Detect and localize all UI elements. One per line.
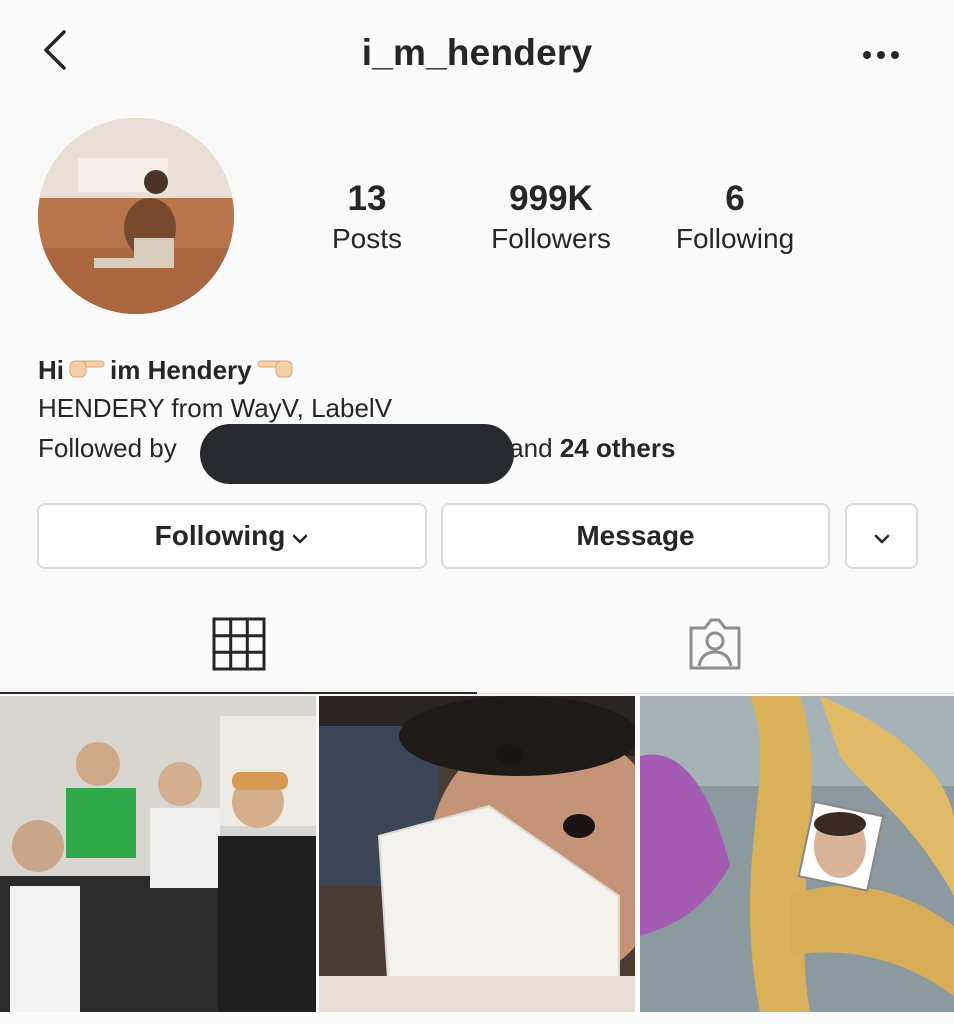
- tab-tagged[interactable]: [477, 600, 954, 694]
- following-button-label: Following: [154, 520, 286, 551]
- grid-icon: [212, 617, 266, 671]
- pointing-right-hand-icon: [68, 352, 106, 388]
- suggested-dropdown-button[interactable]: [845, 503, 918, 569]
- ellipsis-icon: [863, 51, 899, 59]
- bio-name: Hi im Hendery: [38, 352, 924, 388]
- following-stat[interactable]: 6 Following: [640, 178, 830, 258]
- more-options-button[interactable]: [860, 48, 902, 62]
- tagged-person-icon: [689, 618, 741, 670]
- profile-tabs: [0, 600, 954, 694]
- followed-by-line[interactable]: Followed by and 24 others: [38, 424, 924, 484]
- posts-grid: [0, 696, 954, 1024]
- chevron-down-icon: [291, 520, 309, 552]
- bio-description: HENDERY from WayV, LabelV: [38, 393, 393, 423]
- top-bar: i_m_hendery: [0, 0, 954, 105]
- followed-by-label: Followed by: [38, 433, 177, 463]
- bio-name-text: im Hendery: [110, 355, 252, 385]
- chevron-down-icon: [873, 520, 891, 552]
- redaction-mark: [200, 424, 514, 484]
- post-thumbnail[interactable]: [640, 696, 954, 1012]
- following-button[interactable]: Following: [37, 503, 427, 569]
- following-label: Following: [675, 223, 795, 254]
- message-button-label: Message: [576, 520, 695, 551]
- post-thumbnail[interactable]: [0, 696, 316, 1012]
- message-button[interactable]: Message: [441, 503, 830, 569]
- tab-grid[interactable]: [0, 600, 477, 694]
- posts-stat[interactable]: 13 Posts: [272, 178, 462, 258]
- profile-bio: Hi im Hendery HENDERY from WayV, LabelV …: [38, 352, 924, 484]
- pointing-left-hand-icon: [256, 352, 294, 388]
- posts-count: 13: [347, 179, 387, 218]
- followed-and: and: [509, 433, 553, 463]
- following-count: 6: [725, 179, 745, 218]
- followers-count: 999K: [509, 179, 593, 218]
- followers-stat[interactable]: 999K Followers: [456, 178, 646, 258]
- profile-username: i_m_hendery: [361, 32, 593, 73]
- bio-name-prefix: Hi: [38, 355, 64, 385]
- followers-label: Followers: [491, 223, 611, 254]
- posts-label: Posts: [331, 223, 403, 254]
- post-thumbnail[interactable]: [319, 696, 635, 1012]
- profile-avatar[interactable]: [38, 118, 234, 314]
- followed-others: 24 others: [559, 433, 676, 463]
